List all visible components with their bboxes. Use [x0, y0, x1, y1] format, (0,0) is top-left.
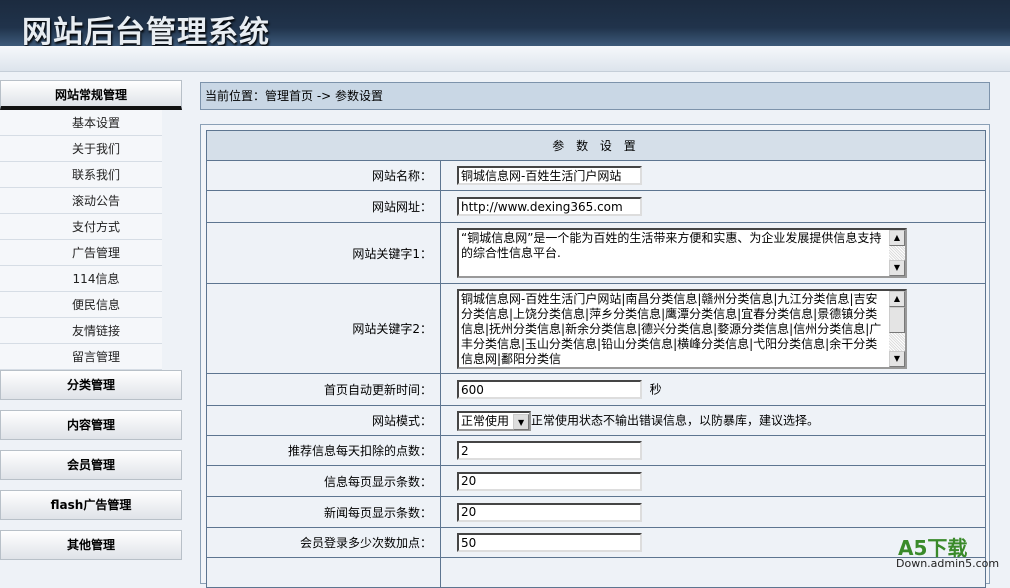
label: 网站模式：	[206, 405, 441, 436]
sidebar-group-members[interactable]: 会员管理	[0, 450, 182, 480]
header: 网站后台管理系统	[0, 0, 1010, 50]
chevron-down-icon: ▼	[513, 413, 530, 430]
label: 首页自动更新时间：	[206, 373, 441, 406]
info-per-page-input[interactable]	[457, 471, 642, 491]
settings-panel: 参 数 设 置 网站名称： 网站网址： 网站关键字1： “铜城信息网”是一个能为百…	[200, 124, 990, 588]
form-title: 参 数 设 置	[206, 130, 986, 161]
breadcrumb: 当前位置：管理首页 -> 参数设置	[200, 82, 990, 110]
sidebar-item[interactable]: 关于我们	[0, 136, 162, 162]
label: 网站网址：	[206, 190, 441, 223]
sidebar-item[interactable]: 滚动公告	[0, 188, 162, 214]
watermark-url: Down.admin5.com	[896, 557, 1000, 570]
label: 新闻每页显示条数：	[206, 496, 441, 528]
sidebar: 网站常规管理 基本设置 关于我们 联系我们 滚动公告 支付方式 广告管理 114…	[0, 80, 182, 560]
keyword1-textarea[interactable]: “铜城信息网”是一个能为百姓的生活带来方便和实惠、为企业发展提供信息支持的综合性…	[457, 228, 907, 278]
watermark-logo: A5下载	[898, 536, 968, 560]
mode-select[interactable]: 正常使用 ▼	[457, 410, 532, 431]
sidebar-item[interactable]: 留言管理	[0, 344, 162, 370]
top-band	[0, 46, 1010, 72]
label: 网站关键字1：	[206, 222, 441, 284]
sidebar-item[interactable]: 广告管理	[0, 240, 162, 266]
site-name-input[interactable]	[457, 166, 642, 185]
sidebar-item[interactable]: 联系我们	[0, 162, 162, 188]
label: 网站关键字2：	[206, 283, 441, 374]
refresh-input[interactable]	[457, 380, 642, 399]
scrollbar[interactable]: ▲ ▼	[889, 290, 905, 367]
sidebar-group-content[interactable]: 内容管理	[0, 410, 182, 440]
points-input[interactable]	[457, 441, 642, 460]
label: 网站名称：	[206, 160, 441, 191]
keyword2-textarea[interactable]: 铜城信息网-百姓生活门户网站|南昌分类信息|赣州分类信息|九江分类信息|吉安分类…	[457, 288, 907, 369]
sidebar-item[interactable]: 114信息	[0, 266, 162, 292]
label: 推荐信息每天扣除的点数：	[206, 435, 441, 466]
news-per-page-input[interactable]	[457, 502, 642, 522]
sidebar-group-other[interactable]: 其他管理	[0, 530, 182, 560]
label: 会员登录多少次数加点：	[206, 527, 441, 558]
unit-seconds: 秒	[649, 382, 662, 397]
login-points-input[interactable]	[457, 533, 642, 552]
sidebar-item[interactable]: 友情链接	[0, 318, 162, 344]
label: 信息每页显示条数：	[206, 465, 441, 497]
app-title: 网站后台管理系统	[22, 15, 270, 50]
site-url-input[interactable]	[457, 197, 642, 216]
sidebar-group-flash-ads[interactable]: flash广告管理	[0, 490, 182, 520]
sidebar-item[interactable]: 支付方式	[0, 214, 162, 240]
scrollbar[interactable]: ▲ ▼	[889, 230, 905, 276]
sidebar-item[interactable]: 便民信息	[0, 292, 162, 318]
mode-hint: 正常使用状态不输出错误信息，以防暴库，建议选择。	[531, 413, 820, 427]
sidebar-item[interactable]: 基本设置	[0, 110, 162, 136]
sidebar-group-general[interactable]: 网站常规管理	[0, 80, 182, 110]
sidebar-group-category[interactable]: 分类管理	[0, 370, 182, 400]
